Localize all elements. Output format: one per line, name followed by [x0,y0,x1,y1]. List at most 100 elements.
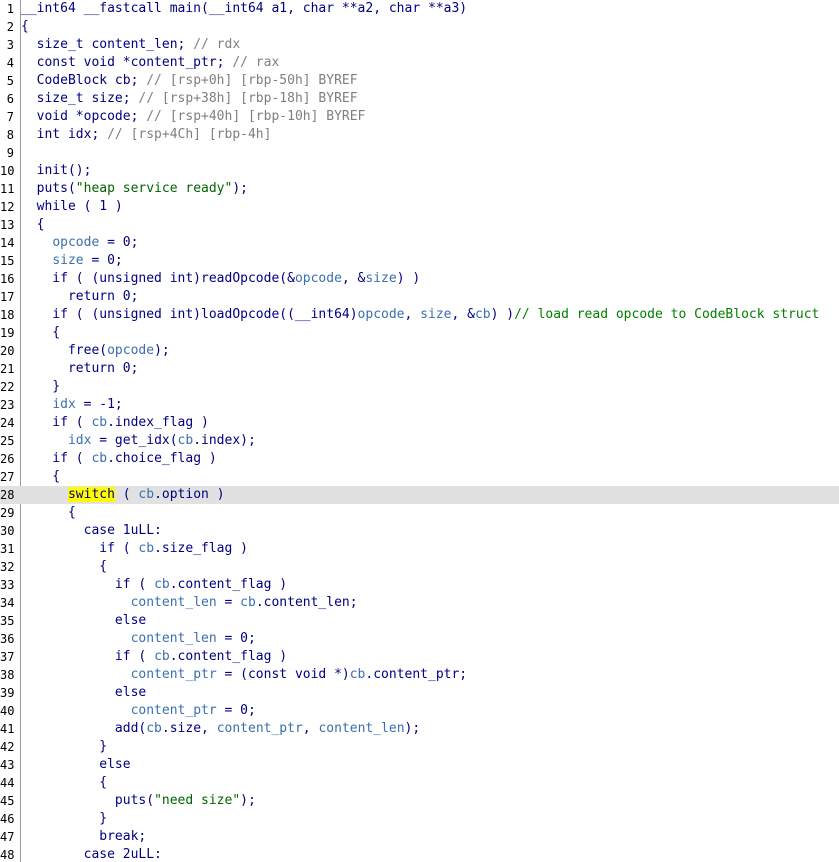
code-token: content_ptr [130,703,217,718]
code-line[interactable]: 32 { [0,558,839,576]
code-line[interactable]: 2{ [0,18,839,36]
code-token: ) ) [396,271,421,286]
code-token: { [21,775,108,790]
code-line[interactable]: 48 case 2uLL: [0,846,839,862]
code-line[interactable]: 40 content_ptr = 0; [0,702,839,720]
code-line[interactable]: 27 { [0,468,839,486]
line-number: 34 [0,596,15,610]
code-line[interactable]: 30 case 1uLL: [0,522,839,540]
line-number: 38 [0,668,15,682]
code-token: init(); [21,163,92,178]
code-token: { [21,325,61,340]
code-text: puts("heap service ready"); [21,180,248,198]
code-text: else [21,684,146,702]
code-line[interactable]: 23 idx = -1; [0,396,839,414]
code-token: if ( [21,541,139,556]
code-line[interactable]: 31 if ( cb.size_flag ) [0,540,839,558]
code-token: cb [349,667,366,682]
code-token: else [21,757,131,772]
code-line[interactable]: 5 CodeBlock cb; // [rsp+0h] [rbp-50h] BY… [0,72,839,90]
code-token: = 0; [216,631,256,646]
code-line[interactable]: 29 { [0,504,839,522]
line-number: 26 [0,452,15,466]
line-number: 4 [6,56,14,70]
code-line[interactable]: 24 if ( cb.index_flag ) [0,414,839,432]
code-text: case 1uLL: [21,522,162,540]
code-line[interactable]: 15 size = 0; [0,252,839,270]
code-line[interactable]: 4 const void *content_ptr; // rax [0,54,839,72]
code-token: } [21,739,108,754]
code-line[interactable]: 12 while ( 1 ) [0,198,839,216]
code-line[interactable]: 33 if ( cb.content_flag ) [0,576,839,594]
code-text: { [21,774,107,792]
line-number: 45 [0,794,15,808]
code-line[interactable]: 44 { [0,774,839,792]
code-line[interactable]: 10 init(); [0,162,839,180]
code-line[interactable]: 34 content_len = cb.content_len; [0,594,839,612]
code-line[interactable]: 3 size_t content_len; // rdx [0,36,839,54]
code-token: puts( [21,181,76,196]
code-line[interactable]: 42 } [0,738,839,756]
code-text: add(cb.size, content_ptr, content_len); [21,720,420,738]
code-line[interactable]: 6 size_t size; // [rsp+38h] [rbp-18h] BY… [0,90,839,108]
code-line[interactable]: 39 else [0,684,839,702]
code-token: , [302,721,319,736]
code-token: cb [240,595,256,610]
code-token: free( [21,343,108,358]
code-token: .index_flag ) [107,415,209,430]
code-line[interactable]: 28 switch ( cb.option ) [0,486,839,504]
code-line[interactable]: 45 puts("need size"); [0,792,839,810]
code-line[interactable]: 43 else [0,756,839,774]
code-line[interactable]: 38 content_ptr = (const void *)cb.conten… [0,666,839,684]
code-text: int idx; // [rsp+4Ch] [rbp-4h] [21,126,272,144]
code-line[interactable]: 25 idx = get_idx(cb.index); [0,432,839,450]
code-text: { [21,324,60,342]
code-token: __int64 __fastcall main(__int64 a1, char… [21,1,468,16]
code-token: = -1; [75,397,123,412]
code-line[interactable]: 19 { [0,324,839,342]
code-line[interactable]: 16 if ( (unsigned int)readOpcode(&opcode… [0,270,839,288]
code-token: opcode [52,235,100,250]
pseudocode-view[interactable]: 1 __int64 __fastcall main(__int64 a1, cha… [0,0,839,862]
code-token: cb [91,451,108,466]
code-line[interactable]: 46 } [0,810,839,828]
line-number: 2 [6,20,14,34]
code-text: { [21,558,107,576]
code-token: size [420,307,452,322]
code-line[interactable]: 35 else [0,612,839,630]
code-line[interactable]: 36 content_len = 0; [0,630,839,648]
code-text: free(opcode); [21,342,170,360]
code-line[interactable]: 41 add(cb.size, content_ptr, content_len… [0,720,839,738]
code-token: size_t content_len; [21,37,194,52]
code-text: idx = -1; [21,396,123,414]
code-line[interactable]: 18 if ( (unsigned int)loadOpcode((__int6… [0,306,839,324]
code-text: case 2uLL: [21,846,162,862]
code-token: ( [114,487,139,502]
code-token: if ( (unsigned int)readOpcode(& [21,271,295,286]
code-line[interactable]: 47 break; [0,828,839,846]
code-text: switch ( cb.option ) [21,486,225,504]
code-line[interactable]: 1 __int64 __fastcall main(__int64 a1, cha… [0,0,839,18]
code-token: if ( [21,451,92,466]
code-text: { [21,504,76,522]
code-line[interactable]: 22 } [0,378,839,396]
code-line[interactable]: 8 int idx; // [rsp+4Ch] [rbp-4h] [0,126,839,144]
code-line[interactable]: 7 void *opcode; // [rsp+40h] [rbp-10h] B… [0,108,839,126]
code-token: cb [138,541,155,556]
code-line[interactable]: 14 opcode = 0; [0,234,839,252]
code-line[interactable]: 11 puts("heap service ready"); [0,180,839,198]
line-number: 28 [0,488,15,502]
code-line[interactable]: 13 { [0,216,839,234]
code-line[interactable]: 37 if ( cb.content_flag ) [0,648,839,666]
code-line[interactable]: 20 free(opcode); [0,342,839,360]
code-line[interactable]: 26 if ( cb.choice_flag ) [0,450,839,468]
code-text: } [21,378,60,396]
code-text: } [21,810,107,828]
search-highlight: switch [67,487,115,502]
code-token: { [21,469,61,484]
code-line[interactable]: 21 return 0; [0,360,839,378]
code-text: init(); [21,162,92,180]
code-line[interactable]: 9 [0,144,839,162]
line-number: 7 [6,110,14,124]
code-line[interactable]: 17 return 0; [0,288,839,306]
